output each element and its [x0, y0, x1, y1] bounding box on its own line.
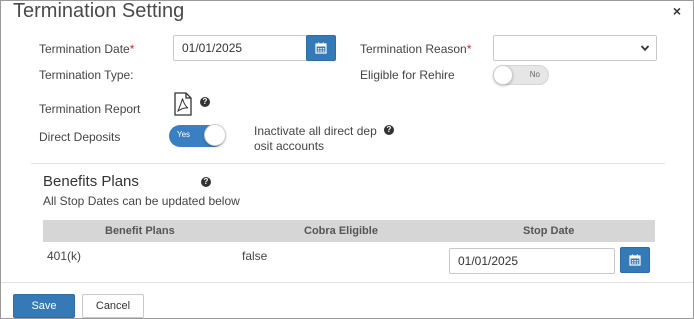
column-stop-date: Stop Date	[523, 225, 575, 237]
direct-deposits-label: Direct Deposits	[39, 130, 121, 144]
chevron-down-icon	[640, 45, 650, 52]
benefit-plan-name: 401(k)	[47, 249, 82, 263]
inactivate-line-1: Inactivate all direct dep	[254, 124, 377, 138]
benefits-title: Benefits Plans	[43, 173, 139, 190]
termination-reason-label-text: Termination Reason	[360, 42, 467, 56]
termination-report-label: Termination Report	[39, 102, 141, 116]
section-divider	[31, 163, 665, 164]
toggle-knob	[204, 124, 226, 146]
stop-date-calendar-button[interactable]	[620, 247, 650, 273]
cobra-eligible-value: false	[242, 249, 268, 263]
direct-deposits-toggle[interactable]: Yes	[169, 124, 226, 147]
save-button[interactable]: Save	[13, 294, 75, 318]
termination-type-label: Termination Type:	[39, 68, 134, 82]
termination-date-label: Termination Date*	[39, 42, 134, 56]
help-icon[interactable]: ?	[384, 125, 394, 135]
inactivate-line-2: osit accounts	[254, 139, 325, 153]
toggle-knob	[493, 65, 513, 85]
calendar-icon	[315, 42, 327, 54]
column-cobra-eligible: Cobra Eligible	[304, 225, 378, 237]
close-icon[interactable]: ×	[673, 3, 681, 19]
termination-date-label-text: Termination Date	[39, 42, 130, 56]
inactivate-deposits-text: Inactivate all direct dep osit accounts	[254, 124, 377, 154]
termination-date-calendar-button[interactable]	[306, 35, 336, 61]
benefits-subtitle: All Stop Dates can be updated below	[43, 194, 240, 208]
help-icon[interactable]: ?	[201, 177, 211, 187]
toggle-state-text: Yes	[177, 130, 191, 139]
column-benefit-plans: Benefit Plans	[105, 225, 175, 237]
toggle-state-text: No	[529, 70, 540, 79]
stop-date-input[interactable]: 01/01/2025	[449, 248, 615, 274]
help-icon[interactable]: ?	[200, 97, 210, 107]
cancel-button[interactable]: Cancel	[82, 294, 144, 318]
required-mark: *	[129, 42, 135, 56]
calendar-icon	[629, 254, 641, 266]
termination-dialog: Termination Setting × Termination Date* …	[0, 0, 694, 319]
termination-reason-label: Termination Reason*	[360, 42, 471, 56]
termination-reason-select[interactable]	[493, 35, 657, 61]
footer-divider	[1, 282, 693, 283]
eligible-rehire-toggle[interactable]: No	[493, 65, 549, 85]
eligible-rehire-label: Eligible for Rehire	[360, 68, 455, 82]
dialog-title: Termination Setting	[13, 0, 185, 22]
pdf-icon[interactable]	[173, 92, 193, 119]
required-mark: *	[466, 42, 472, 56]
